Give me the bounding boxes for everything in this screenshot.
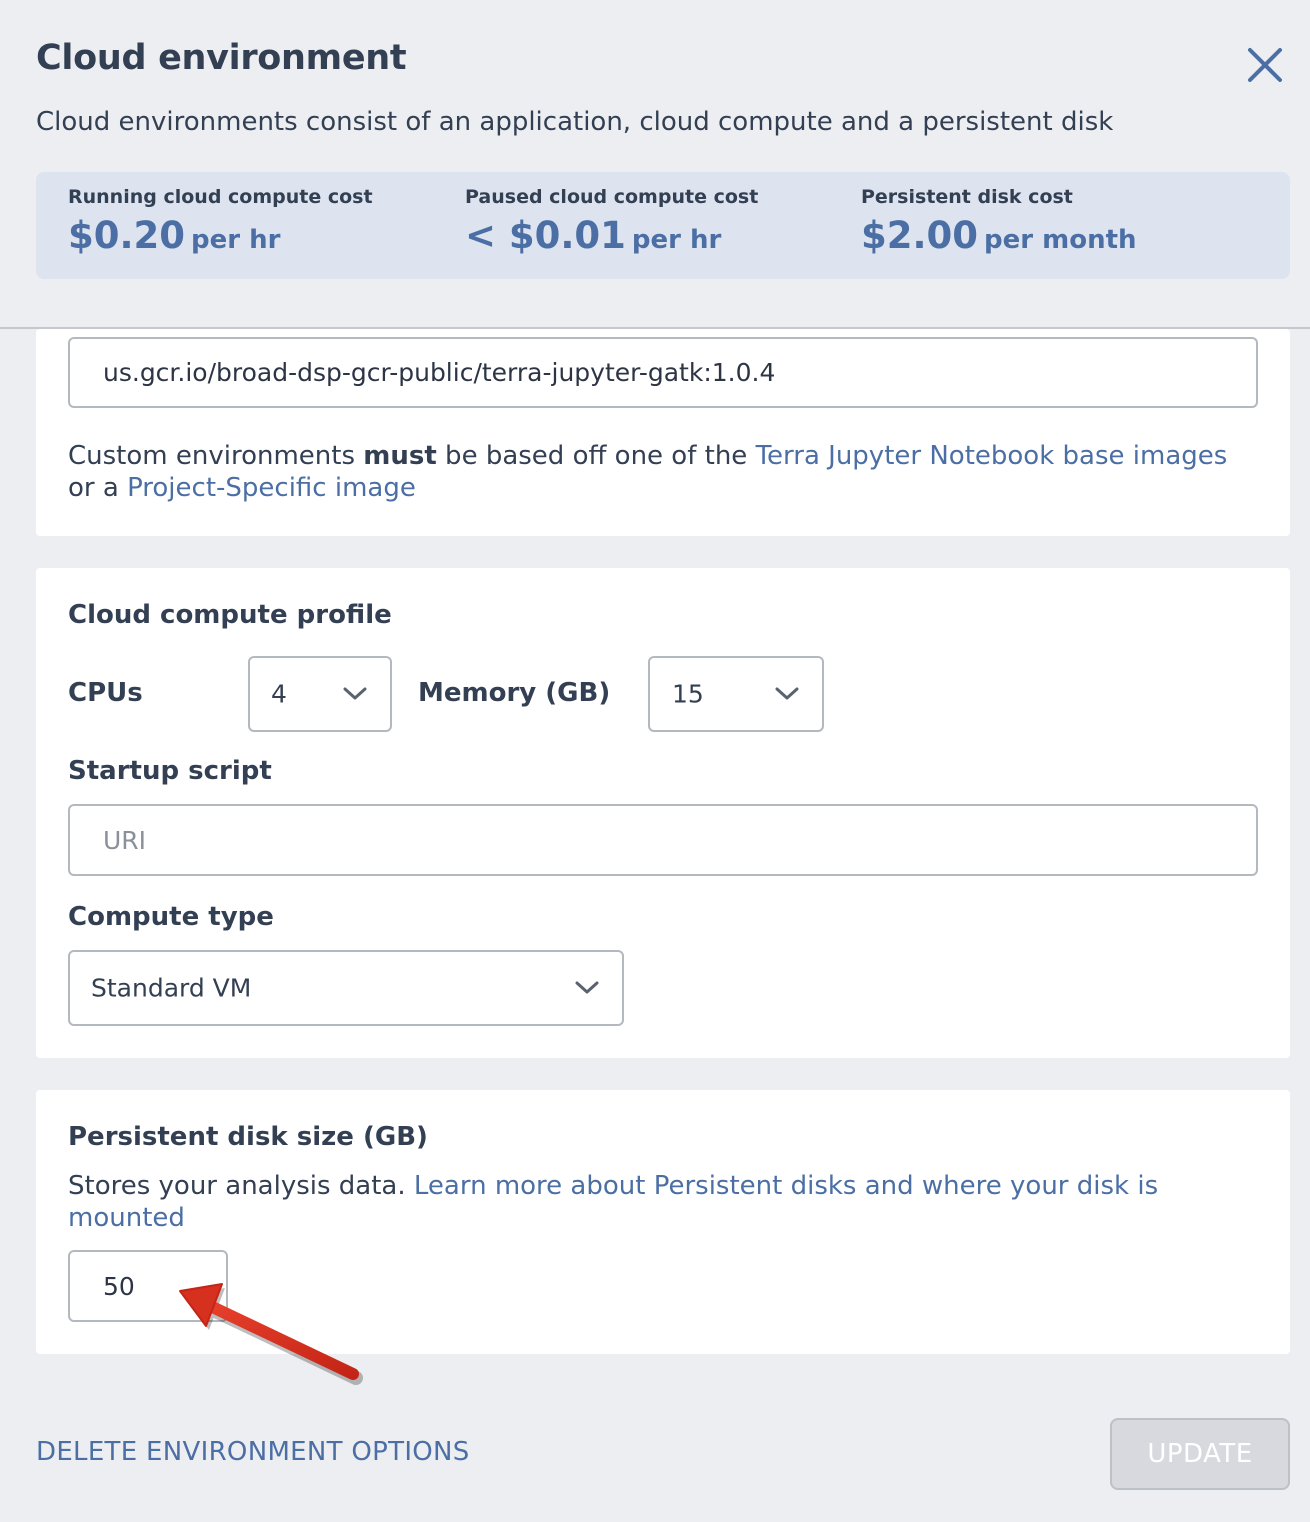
chevron-down-icon: [775, 687, 799, 700]
paused-cost-label: Paused cloud compute cost: [465, 186, 759, 208]
compute-type-value: Standard VM: [91, 973, 252, 1003]
update-button[interactable]: UPDATE: [1110, 1418, 1290, 1490]
memory-label: Memory (GB): [418, 678, 611, 708]
running-cost-amount: $0.20: [68, 214, 186, 257]
cost-summary: Running cloud compute cost $0.20 per hr P…: [36, 172, 1290, 279]
terra-base-images-link[interactable]: Terra Jupyter Notebook base images: [756, 441, 1228, 471]
page-subtitle: Cloud environments consist of an applica…: [36, 107, 1114, 137]
compute-type-select[interactable]: Standard VM: [68, 950, 624, 1026]
startup-script-label: Startup script: [68, 756, 272, 786]
compute-profile-title: Cloud compute profile: [68, 600, 392, 630]
memory-value: 15: [672, 679, 704, 709]
running-cost-label: Running cloud compute cost: [68, 186, 373, 208]
cpus-select[interactable]: 4: [248, 656, 392, 732]
note-mid: be based off one of the: [436, 441, 756, 471]
running-cost-value: $0.20 per hr: [68, 214, 373, 257]
custom-image-note: Custom environments must be based off on…: [68, 440, 1248, 504]
disk-description: Stores your analysis data. Learn more ab…: [68, 1170, 1258, 1234]
paused-cost-amount: < $0.01: [465, 214, 626, 257]
cpus-label: CPUs: [68, 678, 143, 708]
disk-desc-text: Stores your analysis data.: [68, 1171, 414, 1201]
cloud-environment-panel: Cloud environment Cloud environments con…: [0, 0, 1310, 1522]
page-title: Cloud environment: [36, 38, 407, 78]
memory-select[interactable]: 15: [648, 656, 824, 732]
paused-cost-unit: per hr: [631, 225, 722, 255]
annotation-arrow-icon: [179, 1283, 363, 1385]
disk-cost: Persistent disk cost $2.00 per month: [861, 186, 1137, 257]
delete-environment-options-link[interactable]: DELETE ENVIRONMENT OPTIONS: [36, 1437, 470, 1467]
note-prefix: Custom environments: [68, 441, 364, 471]
note-or: or a: [68, 473, 128, 503]
close-icon[interactable]: [1244, 44, 1286, 86]
cpus-value: 4: [271, 679, 287, 709]
paused-cost: Paused cloud compute cost < $0.01 per hr: [465, 186, 758, 257]
compute-type-label: Compute type: [68, 902, 274, 932]
custom-image-card: Custom environments must be based off on…: [36, 329, 1290, 536]
disk-cost-unit: per month: [984, 225, 1137, 255]
disk-cost-value: $2.00 per month: [861, 214, 1137, 257]
note-bold: must: [363, 441, 437, 471]
chevron-down-icon: [343, 687, 367, 700]
running-cost: Running cloud compute cost $0.20 per hr: [68, 186, 373, 257]
chevron-down-icon: [575, 981, 599, 994]
paused-cost-value: < $0.01 per hr: [465, 214, 758, 257]
compute-profile-card: Cloud compute profile CPUs 4 Memory (GB)…: [36, 568, 1290, 1058]
disk-cost-label: Persistent disk cost: [861, 186, 1073, 208]
project-specific-image-link[interactable]: Project-Specific image: [127, 473, 416, 503]
disk-cost-amount: $2.00: [861, 214, 979, 257]
running-cost-unit: per hr: [191, 225, 281, 255]
container-image-input[interactable]: [68, 337, 1258, 408]
disk-size-title: Persistent disk size (GB): [68, 1122, 428, 1152]
startup-script-input[interactable]: [68, 804, 1258, 876]
